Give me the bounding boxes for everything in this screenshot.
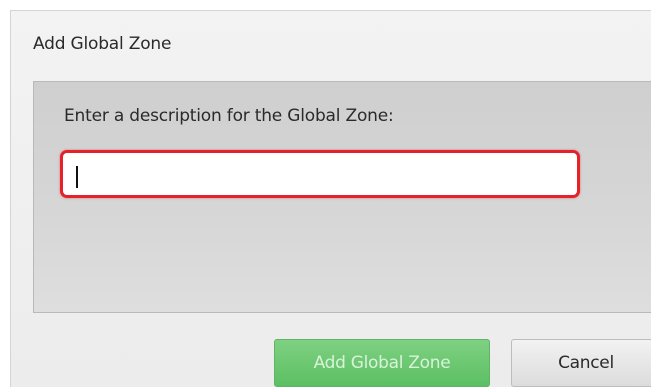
dialog-content-panel: Enter a description for the Global Zone: xyxy=(33,81,651,313)
cancel-button[interactable]: Cancel xyxy=(511,339,651,387)
dialog-title: Add Global Zone xyxy=(33,34,172,54)
page: Add Global Zone Enter a description for … xyxy=(0,0,651,387)
description-input[interactable] xyxy=(60,150,580,198)
add-global-zone-button[interactable]: Add Global Zone xyxy=(274,339,490,387)
text-caret xyxy=(76,166,78,188)
description-prompt-label: Enter a description for the Global Zone: xyxy=(64,106,394,126)
add-global-zone-dialog: Add Global Zone Enter a description for … xyxy=(10,10,651,387)
